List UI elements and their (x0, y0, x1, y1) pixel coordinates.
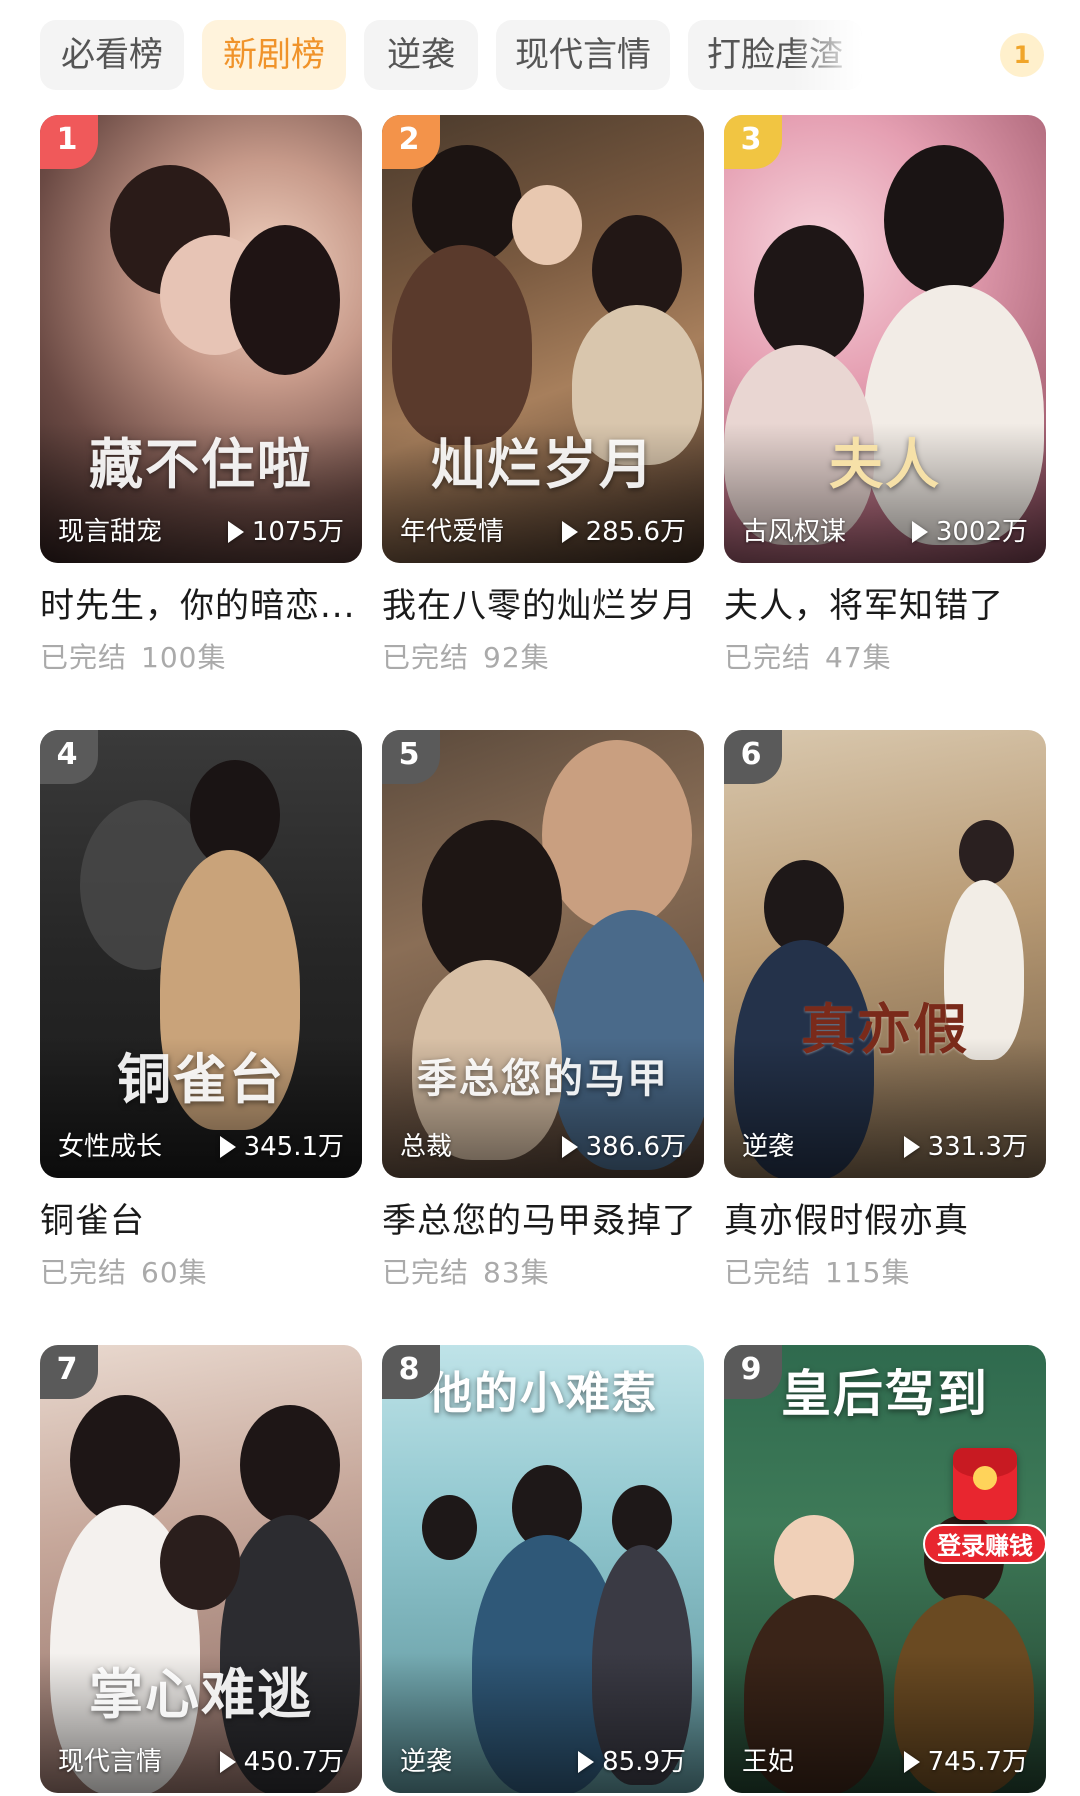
tab-modern-romance[interactable]: 现代言情 (496, 20, 670, 90)
poster-title-art: 藏不住啦 (89, 432, 313, 496)
episode-count: 92集 (483, 641, 550, 674)
poster-title-art: 季总您的马甲 (417, 1055, 669, 1102)
view-count: 745.7万 (903, 1747, 1028, 1777)
poster-title-art: 皇后驾到 (781, 1364, 989, 1423)
genre-tag: 年代爱情 (400, 517, 505, 547)
view-count: 3002万 (911, 517, 1028, 547)
play-icon (911, 521, 928, 543)
drama-card[interactable]: 藏不住啦 1 现言甜宠 1075万 时先生，你的暗恋... 已完结 100集 (40, 115, 362, 675)
poster-title-art: 他的小难惹 (428, 1368, 658, 1419)
drama-poster[interactable]: 铜雀台 4 女性成长 345.1万 (40, 730, 362, 1178)
drama-poster[interactable]: 藏不住啦 1 现言甜宠 1075万 (40, 115, 362, 563)
poster-title-art: 铜雀台 (117, 1047, 285, 1111)
play-icon (903, 1136, 920, 1158)
login-reward-label: 登录赚钱 (923, 1524, 1047, 1564)
tabs-more-badge[interactable]: 1 (1000, 33, 1044, 77)
rank-badge: 1 (40, 115, 98, 169)
login-reward-badge[interactable]: 登录赚钱 (920, 1448, 1050, 1564)
tab-face-slap[interactable]: 打脸虐渣 (688, 20, 862, 90)
drama-poster[interactable]: 季总您的马甲 5 总裁 386.6万 (382, 730, 704, 1178)
genre-tag: 王妃 (742, 1747, 795, 1777)
genre-tag: 现代言情 (58, 1747, 163, 1777)
episode-count: 60集 (141, 1256, 208, 1289)
episode-count: 47集 (825, 641, 892, 674)
play-icon (578, 1751, 595, 1773)
drama-title[interactable]: 真亦假时假亦真 (724, 1200, 1046, 1242)
poster-title-art: 真亦假 (801, 997, 969, 1061)
drama-card[interactable]: 他的小难惹 8 逆袭 85.9万 (382, 1345, 704, 1793)
rank-badge: 9 (724, 1345, 782, 1399)
tab-new-drama[interactable]: 新剧榜 (202, 20, 346, 90)
drama-title[interactable]: 时先生，你的暗恋... (40, 585, 362, 627)
drama-meta: 已完结 115集 (724, 1256, 1046, 1290)
rank-badge: 3 (724, 115, 782, 169)
play-icon (903, 1751, 920, 1773)
drama-status: 已完结 (724, 1256, 812, 1289)
rank-badge: 7 (40, 1345, 98, 1399)
drama-status: 已完结 (382, 641, 470, 674)
poster-title-art: 夫人 (829, 432, 941, 496)
drama-card[interactable]: 灿烂岁月 2 年代爱情 285.6万 我在八零的灿烂岁月 已完结 92集 (382, 115, 704, 675)
play-icon (561, 521, 578, 543)
tab-must-watch[interactable]: 必看榜 (40, 20, 184, 90)
view-count: 450.7万 (219, 1747, 344, 1777)
genre-tag: 女性成长 (58, 1132, 163, 1162)
episode-count: 115集 (825, 1256, 911, 1289)
drama-card[interactable]: 季总您的马甲 5 总裁 386.6万 季总您的马甲叒掉了 已完结 83集 (382, 730, 704, 1290)
drama-status: 已完结 (724, 641, 812, 674)
drama-title[interactable]: 铜雀台 (40, 1200, 362, 1242)
rank-badge: 8 (382, 1345, 440, 1399)
genre-tag: 现言甜宠 (58, 517, 163, 547)
rank-badge: 5 (382, 730, 440, 784)
genre-tag: 逆袭 (742, 1132, 795, 1162)
red-envelope-icon (953, 1448, 1017, 1520)
view-count: 331.3万 (903, 1132, 1028, 1162)
play-icon (227, 521, 244, 543)
drama-title[interactable]: 夫人，将军知错了 (724, 585, 1046, 627)
drama-card[interactable]: 掌心难逃 7 现代言情 450.7万 (40, 1345, 362, 1793)
view-count: 85.9万 (578, 1747, 686, 1777)
view-count: 386.6万 (561, 1132, 686, 1162)
drama-card[interactable]: 铜雀台 4 女性成长 345.1万 铜雀台 已完结 60集 (40, 730, 362, 1290)
drama-card[interactable]: 真亦假 6 逆袭 331.3万 真亦假时假亦真 已完结 115集 (724, 730, 1046, 1290)
drama-meta: 已完结 83集 (382, 1256, 704, 1290)
drama-poster[interactable]: 真亦假 6 逆袭 331.3万 (724, 730, 1046, 1178)
drama-card[interactable]: 皇后驾到 9 王妃 745.7万 (724, 1345, 1046, 1793)
drama-ranking-page: 必看榜 新剧榜 逆袭 现代言情 打脸虐渣 1 藏不住啦 1 现言甜宠 1075万… (0, 0, 1080, 1796)
play-icon (219, 1751, 236, 1773)
drama-meta: 已完结 60集 (40, 1256, 362, 1290)
episode-count: 83集 (483, 1256, 550, 1289)
drama-meta: 已完结 47集 (724, 641, 1046, 675)
drama-title[interactable]: 我在八零的灿烂岁月 (382, 585, 704, 627)
drama-status: 已完结 (40, 1256, 128, 1289)
drama-title[interactable]: 季总您的马甲叒掉了 (382, 1200, 704, 1242)
drama-card[interactable]: 夫人 3 古风权谋 3002万 夫人，将军知错了 已完结 47集 (724, 115, 1046, 675)
drama-poster[interactable]: 皇后驾到 9 王妃 745.7万 (724, 1345, 1046, 1793)
view-count: 1075万 (227, 517, 344, 547)
drama-meta: 已完结 92集 (382, 641, 704, 675)
category-tabs: 必看榜 新剧榜 逆袭 现代言情 打脸虐渣 1 (40, 20, 1044, 90)
drama-poster[interactable]: 他的小难惹 8 逆袭 85.9万 (382, 1345, 704, 1793)
genre-tag: 逆袭 (400, 1747, 453, 1777)
play-icon (219, 1136, 236, 1158)
rank-badge: 4 (40, 730, 98, 784)
genre-tag: 总裁 (400, 1132, 453, 1162)
rank-badge: 2 (382, 115, 440, 169)
tab-comeback[interactable]: 逆袭 (364, 20, 478, 90)
drama-meta: 已完结 100集 (40, 641, 362, 675)
play-icon (561, 1136, 578, 1158)
rank-badge: 6 (724, 730, 782, 784)
poster-title-art: 灿烂岁月 (431, 432, 655, 496)
drama-poster[interactable]: 灿烂岁月 2 年代爱情 285.6万 (382, 115, 704, 563)
episode-count: 100集 (141, 641, 227, 674)
drama-status: 已完结 (40, 641, 128, 674)
drama-poster[interactable]: 掌心难逃 7 现代言情 450.7万 (40, 1345, 362, 1793)
view-count: 285.6万 (561, 517, 686, 547)
genre-tag: 古风权谋 (742, 517, 847, 547)
view-count: 345.1万 (219, 1132, 344, 1162)
poster-title-art: 掌心难逃 (89, 1662, 313, 1726)
drama-poster[interactable]: 夫人 3 古风权谋 3002万 (724, 115, 1046, 563)
drama-status: 已完结 (382, 1256, 470, 1289)
